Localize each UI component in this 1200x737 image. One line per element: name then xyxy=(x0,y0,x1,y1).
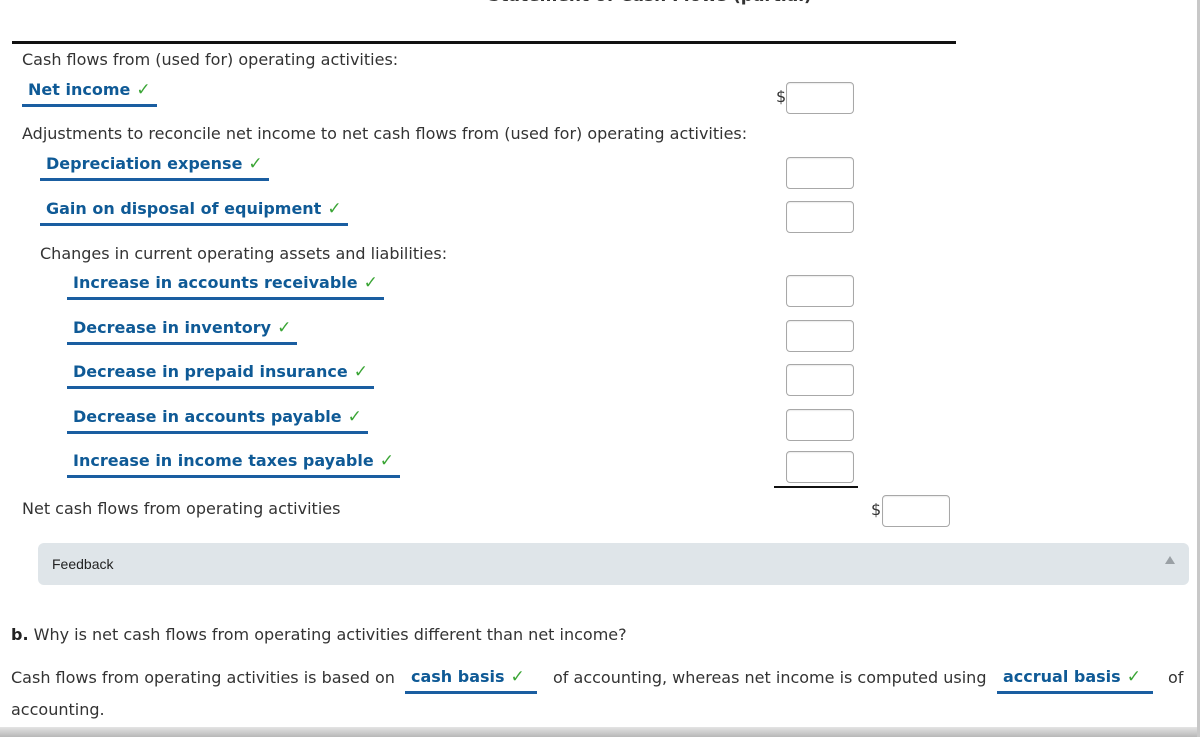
net-cash-input[interactable] xyxy=(882,495,950,527)
basis-select-1-value: cash basis xyxy=(411,667,505,686)
change-label: Decrease in inventory xyxy=(73,318,272,337)
feedback-label: Feedback xyxy=(52,556,114,572)
statement-title: Statement of Cash Flows (partial) xyxy=(300,0,1000,6)
basis-select-2[interactable]: accrual basis ✓ xyxy=(997,667,1153,694)
net-income-label: Net income xyxy=(28,80,131,99)
check-icon: ✓ xyxy=(327,199,342,219)
adjustment-label: Gain on disposal of equipment xyxy=(46,199,322,218)
check-icon: ✓ xyxy=(347,407,362,427)
change-select-accounts-receivable[interactable]: Increase in accounts receivable ✓ xyxy=(67,273,384,300)
part-b-question: b. Why is net cash flows from operating … xyxy=(11,625,627,644)
depreciation-input[interactable] xyxy=(786,157,854,189)
net-cash-label: Net cash flows from operating activities xyxy=(22,499,341,518)
change-select-accounts-payable[interactable]: Decrease in accounts payable ✓ xyxy=(67,407,368,434)
change-label: Decrease in accounts payable xyxy=(73,407,342,426)
adjustment-label: Depreciation expense xyxy=(46,154,243,173)
adjustment-select-depreciation[interactable]: Depreciation expense ✓ xyxy=(40,154,269,181)
prepaid-insurance-input[interactable] xyxy=(786,364,854,396)
net-income-input[interactable] xyxy=(786,82,854,114)
change-select-prepaid-insurance[interactable]: Decrease in prepaid insurance ✓ xyxy=(67,362,374,389)
check-icon: ✓ xyxy=(1126,667,1141,687)
check-icon: ✓ xyxy=(136,80,151,100)
change-label: Decrease in prepaid insurance xyxy=(73,362,348,381)
check-icon: ✓ xyxy=(379,451,394,471)
check-icon: ✓ xyxy=(277,318,292,338)
change-select-inventory[interactable]: Decrease in inventory ✓ xyxy=(67,318,298,345)
currency-symbol: $ xyxy=(871,500,882,519)
accounts-receivable-input[interactable] xyxy=(786,275,854,307)
operating-activities-header: Cash flows from (used for) operating act… xyxy=(22,50,399,69)
check-icon: ✓ xyxy=(510,667,525,687)
check-icon: ✓ xyxy=(353,362,368,382)
check-icon: ✓ xyxy=(248,154,263,174)
check-icon: ✓ xyxy=(363,273,378,293)
answer-text-2: of accounting, whereas net income is com… xyxy=(553,668,987,687)
collapse-caret-icon[interactable] xyxy=(1165,556,1175,564)
inventory-input[interactable] xyxy=(786,320,854,352)
top-divider xyxy=(12,41,956,44)
currency-symbol: $ xyxy=(776,87,787,106)
gain-input[interactable] xyxy=(786,201,854,233)
basis-select-2-value: accrual basis xyxy=(1003,667,1121,686)
part-b-question-text: Why is net cash flows from operating act… xyxy=(28,625,627,644)
net-income-select[interactable]: Net income ✓ xyxy=(22,80,157,107)
accounts-payable-input[interactable] xyxy=(786,409,854,441)
change-label: Increase in income taxes payable xyxy=(73,451,374,470)
bottom-edge-shadow xyxy=(0,727,1197,737)
answer-text-3: of xyxy=(1168,668,1184,687)
change-label: Increase in accounts receivable xyxy=(73,273,358,292)
change-select-income-taxes-payable[interactable]: Increase in income taxes payable ✓ xyxy=(67,451,400,478)
answer-text-1: Cash flows from operating activities is … xyxy=(11,668,395,687)
part-b-prefix: b. xyxy=(11,625,29,644)
income-taxes-payable-input[interactable] xyxy=(786,451,854,483)
changes-header: Changes in current operating assets and … xyxy=(40,244,448,263)
feedback-panel[interactable]: Feedback xyxy=(38,543,1189,585)
basis-select-1[interactable]: cash basis ✓ xyxy=(405,667,537,694)
adjustments-header: Adjustments to reconcile net income to n… xyxy=(22,124,748,143)
answer-text-4: accounting. xyxy=(11,700,105,719)
adjustment-select-gain[interactable]: Gain on disposal of equipment ✓ xyxy=(40,199,348,226)
subtotal-rule xyxy=(774,486,858,488)
